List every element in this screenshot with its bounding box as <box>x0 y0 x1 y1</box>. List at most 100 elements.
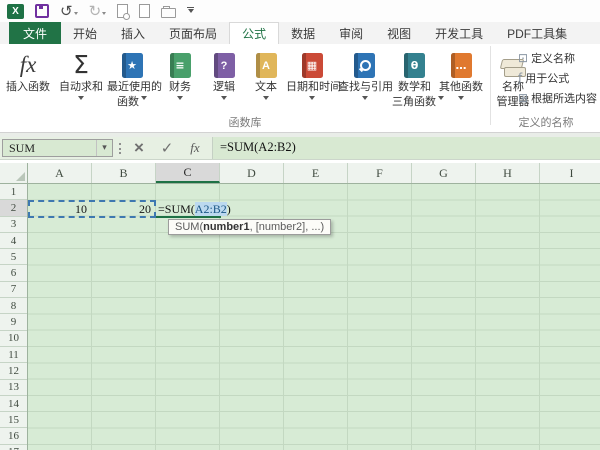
ribbon-tab-bar: 文件 开始 插入 页面布局 公式 数据 审阅 视图 开发工具 PDF工具集 <box>0 22 600 44</box>
defined-names-group-label: 定义的名称 <box>492 114 600 130</box>
undo-button[interactable]: ↺ <box>60 4 78 18</box>
math-trig-label-line2: 三角函数 <box>392 96 436 108</box>
letter-a-book-icon: A <box>262 60 270 72</box>
redo-dropdown-icon[interactable] <box>102 12 106 17</box>
formula-range-ref: A2:B2 <box>195 202 227 216</box>
chevron-down-icon <box>188 9 194 16</box>
autosum-button[interactable]: Σ 自动求和 <box>56 47 106 103</box>
row-header-10[interactable]: 10 <box>0 331 27 347</box>
row-header-6[interactable]: 6 <box>0 265 27 281</box>
tab-home[interactable]: 开始 <box>61 22 109 44</box>
row-header-3[interactable]: 3 <box>0 217 27 233</box>
logical-button[interactable]: ? 逻辑 <box>203 47 245 103</box>
recently-used-button[interactable]: ★ 最近使用的 函数 <box>107 47 157 108</box>
tab-page-layout[interactable]: 页面布局 <box>157 22 229 44</box>
column-header-g[interactable]: G <box>412 163 476 183</box>
insert-function-fx-button[interactable]: fx <box>182 138 208 158</box>
save-icon[interactable] <box>35 4 49 18</box>
column-header-b[interactable]: B <box>92 163 156 183</box>
fx-icon: fx <box>20 52 37 78</box>
create-from-selection-label: 根据所选内容 <box>531 90 597 106</box>
row-header-11[interactable]: 11 <box>0 347 27 363</box>
row-header-1[interactable]: 1 <box>0 184 27 200</box>
undo-icon: ↺ <box>60 4 73 18</box>
undo-dropdown-icon[interactable] <box>74 12 78 17</box>
florin-icon: ƒ <box>518 72 522 84</box>
row-header-5[interactable]: 5 <box>0 249 27 265</box>
row-header-16[interactable]: 16 <box>0 428 27 444</box>
more-functions-button[interactable]: … 其他函数 <box>438 47 484 103</box>
more-functions-label: 其他函数 <box>438 81 484 93</box>
math-trig-button[interactable]: θ 数学和 三角函数 <box>392 47 437 108</box>
recently-used-label-line2: 函数 <box>117 96 139 108</box>
row-header-2[interactable]: 2 <box>0 200 27 216</box>
column-header-h[interactable]: H <box>476 163 540 183</box>
quick-access-toolbar: X ↺ ↻ <box>0 0 600 22</box>
question-book-icon: ? <box>221 60 228 72</box>
column-header-d[interactable]: D <box>220 163 284 183</box>
lookup-reference-button[interactable]: 查找与引用 <box>338 47 391 103</box>
tab-review[interactable]: 审阅 <box>327 22 375 44</box>
select-all-corner[interactable] <box>0 163 28 184</box>
insert-function-button[interactable]: fx 插入函数 <box>2 47 54 93</box>
column-header-f[interactable]: F <box>348 163 412 183</box>
magnifier-book-icon <box>360 60 371 71</box>
name-box[interactable]: SUM ▾ <box>2 139 113 157</box>
date-time-button[interactable]: ▦ 日期和时间 <box>286 47 338 103</box>
row-header-17[interactable]: 17 <box>0 445 27 450</box>
sigma-icon: Σ <box>73 52 89 78</box>
print-preview-icon[interactable] <box>117 4 128 18</box>
lookup-reference-label: 查找与引用 <box>338 81 391 93</box>
marching-ants-selection <box>28 200 156 218</box>
cell-c2-edit[interactable]: =SUM(A2:B2) <box>158 201 231 217</box>
open-folder-icon[interactable] <box>161 8 176 18</box>
sheet-cells[interactable]: 10 20 =SUM(A2:B2) SUM(number1, [number2]… <box>28 184 600 450</box>
recently-used-label-line1: 最近使用的 <box>107 81 157 93</box>
star-book-icon: ★ <box>127 59 137 72</box>
financial-button[interactable]: ≡ 财务 <box>158 47 202 103</box>
row-header-13[interactable]: 13 <box>0 380 27 396</box>
active-cell-underline <box>156 216 221 218</box>
autosum-label: 自动求和 <box>56 81 106 93</box>
cancel-button[interactable]: × <box>126 138 152 158</box>
excel-window: X ↺ ↻ 文件 开始 插入 页面布局 公式 数据 审阅 视图 开发工具 PDF… <box>0 0 600 450</box>
tab-insert[interactable]: 插入 <box>109 22 157 44</box>
formula-bar-separator <box>119 143 121 154</box>
create-from-selection-button[interactable]: ⊞ 根据所选内容 <box>518 90 597 106</box>
column-header-i[interactable]: I <box>540 163 600 183</box>
row-header-7[interactable]: 7 <box>0 282 27 298</box>
tab-file[interactable]: 文件 <box>9 22 61 44</box>
define-name-button[interactable]: ⊡ 定义名称 <box>518 50 575 66</box>
tab-view[interactable]: 视图 <box>375 22 423 44</box>
row-header-8[interactable]: 8 <box>0 298 27 314</box>
column-header-e[interactable]: E <box>284 163 348 183</box>
use-in-formula-button[interactable]: ƒ 用于公式 <box>518 70 569 86</box>
text-button[interactable]: A 文本 <box>246 47 286 103</box>
formula-input[interactable]: =SUM(A2:B2) <box>212 137 600 159</box>
column-header-c[interactable]: C <box>156 163 220 183</box>
new-document-icon[interactable] <box>139 4 150 18</box>
tab-pdf-tools[interactable]: PDF工具集 <box>495 22 579 44</box>
tab-formulas[interactable]: 公式 <box>229 22 279 44</box>
name-box-dropdown[interactable]: ▾ <box>96 140 112 156</box>
row-header-9[interactable]: 9 <box>0 314 27 330</box>
row-header-12[interactable]: 12 <box>0 363 27 379</box>
redo-button[interactable]: ↻ <box>89 4 107 18</box>
tab-data[interactable]: 数据 <box>279 22 327 44</box>
tab-developer[interactable]: 开发工具 <box>423 22 495 44</box>
row-headers: 1 2 3 4 5 6 7 8 9 10 11 12 13 14 15 16 1… <box>0 184 28 450</box>
chevron-down-icon <box>362 96 368 103</box>
customize-quick-access-button[interactable] <box>187 7 194 16</box>
column-header-a[interactable]: A <box>28 163 92 183</box>
row-header-4[interactable]: 4 <box>0 233 27 249</box>
row-header-14[interactable]: 14 <box>0 396 27 412</box>
chevron-down-icon <box>263 96 269 103</box>
math-trig-label-line1: 数学和 <box>392 81 437 93</box>
chevron-down-icon <box>458 96 464 103</box>
formula-bar: SUM ▾ × ✓ fx =SUM(A2:B2) <box>0 137 600 160</box>
row-header-15[interactable]: 15 <box>0 412 27 428</box>
column-headers: A B C D E F G H I <box>28 163 600 184</box>
enter-button[interactable]: ✓ <box>154 138 180 158</box>
group-separator <box>490 46 491 125</box>
chevron-down-icon <box>177 96 183 103</box>
